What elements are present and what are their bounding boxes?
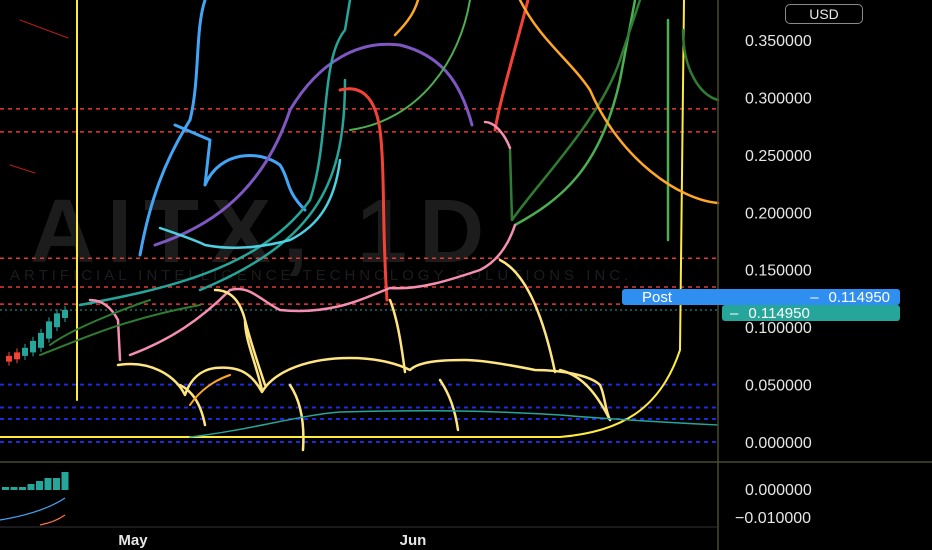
- green-curve: [349, 0, 471, 131]
- orange-curve: [393, 0, 420, 37]
- volume-bar: [36, 481, 43, 490]
- last-dash: –: [730, 304, 739, 322]
- post-value: 0.114950: [828, 288, 890, 306]
- light-yellow-drops: [213, 258, 612, 422]
- price-tick-label: 0.350000: [745, 33, 812, 50]
- volume-bars: [2, 472, 69, 490]
- price-axis[interactable]: 0.350000 0.300000 0.250000 0.200000 0.150000…: [745, 33, 812, 452]
- time-tick-label: May: [118, 532, 148, 549]
- price-chart[interactable]: AITX, 1D ARTIFICIAL INTELLIGENCE TECHNOL…: [0, 0, 932, 550]
- dark-green-fade: [681, 28, 720, 102]
- volume-indicator-line-blue: [0, 497, 66, 521]
- red-curve-right: [493, 0, 530, 132]
- volume-bar: [61, 472, 69, 490]
- volume-bar: [44, 478, 52, 490]
- post-market-price-tag: Post – 0.114950: [622, 288, 900, 306]
- pink-curve-right: [483, 120, 512, 150]
- price-tick-label: 0.050000: [745, 378, 812, 395]
- dark-green-curve: [508, 0, 642, 222]
- candle-body: [46, 321, 52, 339]
- volume-bar: [27, 484, 35, 490]
- price-tick-label: 0.300000: [745, 90, 812, 107]
- volume-bar: [2, 487, 9, 490]
- red-diagonal-trend: [19, 19, 69, 39]
- price-tick-label: 0.150000: [745, 263, 812, 280]
- post-dash: –: [810, 288, 819, 306]
- price-tick-label: 0.100000: [745, 320, 812, 337]
- volume-tick-label: −0.010000: [735, 510, 811, 527]
- candle-body: [38, 332, 44, 348]
- watermark-company: ARTIFICIAL INTELLIGENCE TECHNOLOGY SOLUT…: [10, 267, 632, 284]
- volume-axis[interactable]: 0.000000 −0.010000: [735, 482, 812, 527]
- volume-tick-label: 0.000000: [745, 482, 812, 499]
- price-tick-label: 0.000000: [745, 435, 812, 452]
- currency-label: USD: [809, 6, 839, 22]
- price-tick-label: 0.250000: [745, 148, 812, 165]
- candle-body: [22, 347, 28, 356]
- red-diagonal-trend-2: [9, 164, 36, 174]
- post-label: Post: [642, 288, 673, 306]
- last-value: 0.114950: [748, 304, 810, 322]
- candle-body: [54, 313, 60, 328]
- price-candles: [6, 305, 68, 366]
- candle-body: [14, 352, 20, 360]
- volume-bar: [53, 478, 60, 490]
- last-price-tag: – 0.114950: [722, 304, 900, 322]
- volume-indicator-line-orange: [39, 514, 66, 526]
- candle-body: [6, 355, 12, 362]
- time-axis[interactable]: May Jun: [118, 532, 426, 549]
- volume-bar: [19, 487, 26, 490]
- time-tick-label: Jun: [400, 532, 427, 549]
- price-tick-label: 0.200000: [745, 205, 812, 222]
- candle-body: [62, 309, 68, 318]
- light-yellow-arcs: [116, 356, 612, 422]
- volume-bar: [10, 487, 18, 490]
- candle-body: [30, 340, 36, 353]
- currency-button[interactable]: USD: [785, 4, 863, 24]
